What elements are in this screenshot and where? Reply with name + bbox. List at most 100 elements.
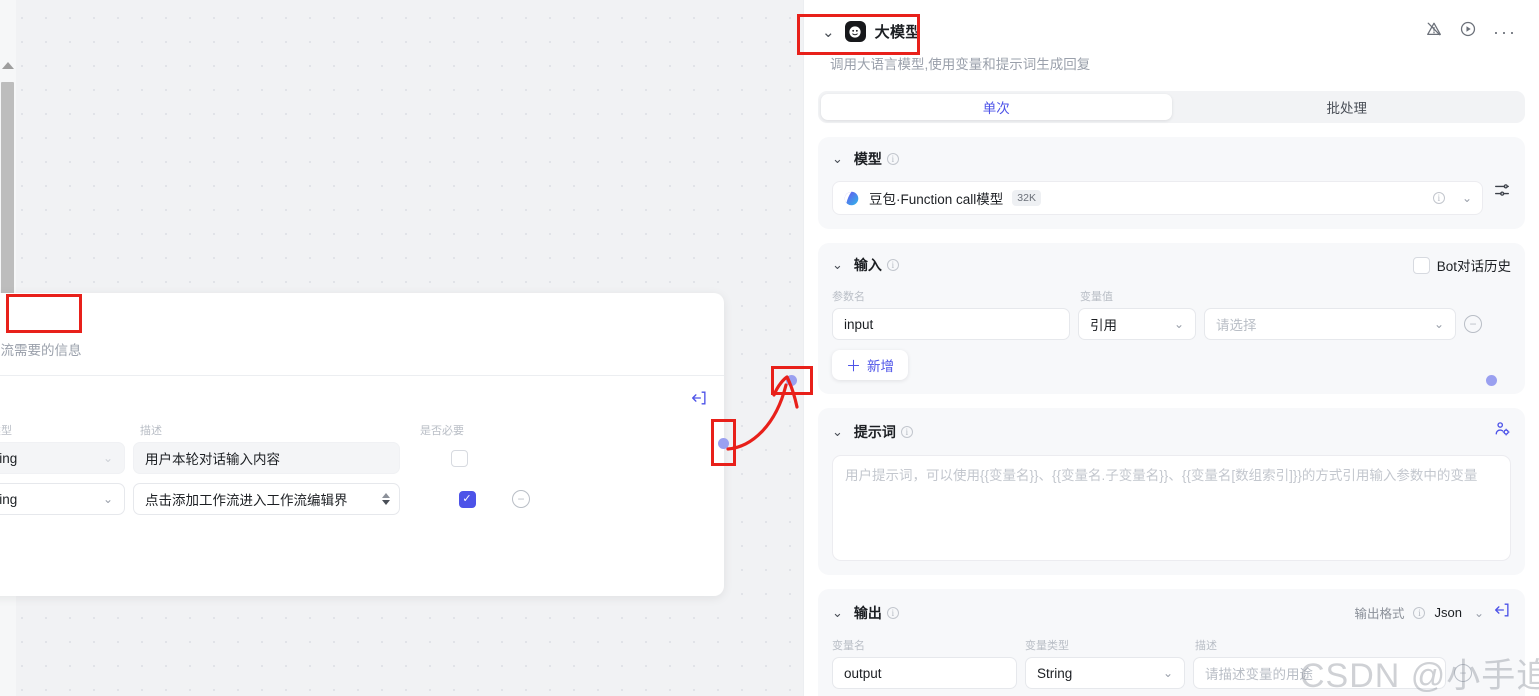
tab-single[interactable]: 单次 <box>821 94 1172 120</box>
desc-scroll-stepper[interactable] <box>382 493 390 505</box>
model-info-icon[interactable]: i <box>1432 192 1445 204</box>
row1-required-checkbox[interactable]: ✓ <box>458 490 476 508</box>
llm-node-description: 调用大语言模型,使用变量和提示词生成回复 <box>830 57 1091 72</box>
plus-icon: ＋ <box>846 357 862 375</box>
workflow-canvas[interactable]: 开始 流的起始节点，用于设定启动工作流需要的信息 ⌄ 输入 i 名 <box>0 0 803 696</box>
input-section-title: 输入 <box>853 257 882 273</box>
prompt-expert-icon[interactable] <box>1493 420 1511 443</box>
model-section-title: 模型 <box>853 151 882 167</box>
row1-remove-button[interactable]: − <box>512 490 530 508</box>
run-node-icon[interactable] <box>1459 20 1477 43</box>
prompt-section-header: ⌄ 提示词 i <box>832 420 1511 443</box>
input-column-headers: 参数名 变量值 <box>832 288 1511 304</box>
row1-desc-input[interactable]: 点击添加工作流进入工作流编辑界 <box>133 483 400 515</box>
chevron-down-icon: ⌄ <box>102 451 113 465</box>
info-icon[interactable]: i <box>886 259 899 271</box>
row0-type-value: String <box>0 450 18 466</box>
chevron-down-icon[interactable]: ⌄ <box>832 257 849 273</box>
run-mode-tabs[interactable]: 单次 批处理 <box>818 91 1525 123</box>
start-node-card[interactable]: 开始 流的起始节点，用于设定启动工作流需要的信息 ⌄ 输入 i 名 <box>0 293 724 596</box>
output-section-title: 输出 <box>853 604 882 621</box>
input-card: ⌄ 输入 i Bot对话历史 参数名 变量值 input 引用 ⌄ 请选择 ⌄ … <box>818 243 1525 394</box>
row0-required-checkbox[interactable] <box>450 449 468 467</box>
row0-type-select[interactable]: String ⌄ <box>0 442 125 474</box>
variable-value-placeholder: 请选择 <box>1216 318 1257 333</box>
chevron-down-icon[interactable]: ⌄ <box>832 605 849 621</box>
output-format-select[interactable]: Json ⌄ <box>1434 605 1484 620</box>
prompt-textarea[interactable]: 用户提示词，可以使用{{变量名}}、{{变量名.子变量名}}、{{变量名[数组索… <box>832 455 1511 561</box>
llm-node-icon <box>844 21 866 42</box>
chevron-down-icon: ⌄ <box>1473 605 1484 620</box>
info-icon[interactable]: i <box>900 425 913 438</box>
chevron-down-icon: ⌄ <box>1173 317 1184 331</box>
llm-node-title: 大模型 <box>874 24 921 41</box>
chevron-down-icon[interactable]: ⌄ <box>832 424 849 440</box>
llm-node-panel[interactable]: ⌄ 大模型 ··· 调用大语言模型,使用变量和提示词生成回复 单次 批处理 ⌄ … <box>803 0 1539 696</box>
llm-node-header: ⌄ 大模型 ··· <box>804 0 1539 43</box>
model-settings-icon[interactable] <box>1493 181 1511 204</box>
output-import-icon[interactable] <box>1493 601 1511 624</box>
input-row[interactable]: input 引用 ⌄ 请选择 ⌄ − <box>832 308 1511 340</box>
col-type: 变量类型 <box>0 425 12 437</box>
llm-add-input-button[interactable]: ＋ 新增 <box>832 350 909 380</box>
ref-type-value: 引用 <box>1090 318 1117 333</box>
chevron-down-icon[interactable]: ⌄ <box>832 151 849 167</box>
prompt-card: ⌄ 提示词 i 用户提示词，可以使用{{变量名}}、{{变量名.子变量名}}、{… <box>818 408 1525 575</box>
input-section-header: ⌄ 输入 i Bot对话历史 <box>832 255 1511 275</box>
model-name: 豆包·Function call模型 <box>869 192 1004 207</box>
info-icon[interactable]: i <box>1413 606 1426 619</box>
col-param-name: 参数名 <box>832 291 865 303</box>
col-var-desc: 描述 <box>1195 640 1217 652</box>
output-format-value: Json <box>1434 605 1462 620</box>
row0-desc-input[interactable]: 用户本轮对话输入内容 <box>133 442 400 474</box>
collapse-chevron-icon[interactable]: ⌄ <box>812 23 845 41</box>
output-type-value: String <box>1037 665 1073 681</box>
output-section-header: ⌄ 输出 i 输出格式 i Json ⌄ <box>832 601 1511 624</box>
prompt-section-title: 提示词 <box>853 423 896 440</box>
start-node-header[interactable]: 开始 <box>0 293 724 329</box>
row1-type-value: String <box>0 491 18 507</box>
tab-batch[interactable]: 批处理 <box>1172 94 1523 120</box>
col-required: 是否必要 <box>420 425 464 437</box>
mute-warning-icon[interactable] <box>1425 20 1443 43</box>
model-section-header: ⌄ 模型 i <box>832 149 1511 169</box>
param-name-input[interactable]: input <box>832 308 1070 340</box>
col-var-type: 变量类型 <box>1025 640 1069 652</box>
watermark: CSDN @小手追梦 <box>1300 657 1539 695</box>
output-name-input[interactable]: output <box>832 657 1017 689</box>
model-select[interactable]: 豆包·Function call模型 32K i ⌄ <box>832 181 1483 215</box>
output-type-select[interactable]: String ⌄ <box>1025 657 1185 689</box>
chevron-down-icon: ⌄ <box>1433 317 1444 331</box>
model-context-badge: 32K <box>1012 190 1041 206</box>
chevron-down-icon: ⌄ <box>1162 666 1173 680</box>
bot-history-label: Bot对话历史 <box>1436 259 1511 274</box>
model-card: ⌄ 模型 i 豆包·Function call模型 32K i ⌄ <box>818 137 1525 229</box>
col-desc: 描述 <box>140 425 162 437</box>
info-icon[interactable]: i <box>886 606 899 619</box>
table-row[interactable]: OT_USER_INPUT String ⌄ 用户本轮对话输入内容 <box>0 438 724 474</box>
row1-type-select[interactable]: String ⌄ <box>0 483 125 515</box>
llm-node-output-port[interactable] <box>1486 375 1497 386</box>
bot-history-toggle[interactable]: Bot对话历史 <box>1412 255 1511 275</box>
bot-history-checkbox[interactable] <box>1412 256 1430 274</box>
scroll-up-arrow-icon[interactable] <box>2 62 14 69</box>
start-input-section-header: ⌄ 输入 i <box>0 376 724 412</box>
start-node-description: 流的起始节点，用于设定启动工作流需要的信息 <box>0 343 82 358</box>
table-row[interactable]: uery String ⌄ 点击添加工作流进入工作流编辑界 ✓ − <box>0 474 724 515</box>
llm-add-input-label: 新增 <box>867 359 895 374</box>
output-format-label: 输出格式 <box>1354 607 1405 621</box>
doubao-icon <box>843 190 860 207</box>
chevron-down-icon[interactable]: ⌄ <box>1462 191 1472 205</box>
col-var-name: 变量名 <box>832 640 865 652</box>
more-options-icon[interactable]: ··· <box>1493 23 1517 41</box>
info-icon[interactable]: i <box>886 153 899 165</box>
import-variable-icon[interactable] <box>690 389 708 412</box>
llm-node-input-port[interactable] <box>786 375 797 386</box>
col-variable-value: 变量值 <box>1080 291 1113 303</box>
ref-type-select[interactable]: 引用 ⌄ <box>1078 308 1196 340</box>
start-input-column-headers: 名 变量类型 描述 是否必要 <box>0 412 724 438</box>
input-row-remove-button[interactable]: − <box>1464 315 1482 333</box>
chevron-down-icon: ⌄ <box>102 492 113 506</box>
start-node-output-port[interactable] <box>718 438 729 449</box>
variable-value-select[interactable]: 请选择 ⌄ <box>1204 308 1456 340</box>
